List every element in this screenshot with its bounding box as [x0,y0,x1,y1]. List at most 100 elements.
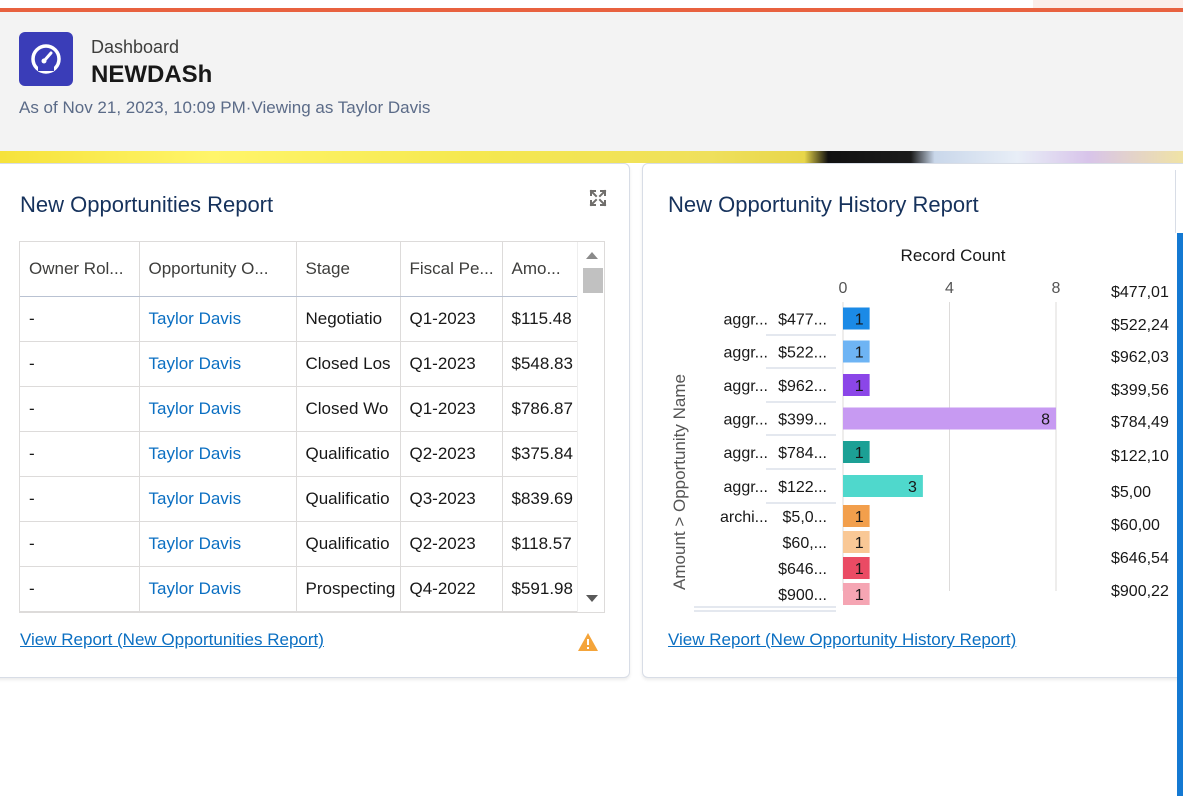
owner-cell: Taylor Davis [139,521,297,567]
as-of-text: As of Nov 21, 2023, 10:09 PM·Viewing as … [19,98,431,117]
fiscal-period-cell: Q2-2023 [400,431,503,477]
fiscal-period-cell: Q2-2023 [400,521,503,567]
top-tab-chip[interactable] [1033,0,1183,8]
amount-cell: $375.84 [502,431,583,477]
x-tick-label: 0 [839,280,848,297]
stage-cell: Negotiatio [296,296,401,342]
amount-cell: $548.83 [502,341,583,387]
table-scrollbar[interactable] [577,242,604,612]
fiscal-period-cell: Q3-2023 [400,476,503,522]
card-title: New Opportunities Report [20,192,274,217]
stage-cell: Prospecting [296,566,401,612]
right-value-label: $399,56 [1111,382,1169,399]
column-header-fiscal-period[interactable]: Fiscal Pe... [400,242,503,297]
owner-cell: Taylor Davis [139,566,297,612]
amount-cell: $118.57 [502,521,583,567]
bar-data-label: 3 [908,479,917,496]
bar-data-label: 1 [855,509,864,526]
bar-data-label: 1 [855,345,864,362]
right-value-label: $646,54 [1111,550,1169,567]
group-label: aggr... [724,412,768,429]
right-value-label: $784,49 [1111,414,1169,431]
column-header-amount[interactable]: Amo... [502,242,583,297]
owner-role-cell: - [20,431,140,477]
side-panel-bar[interactable] [1177,233,1183,796]
stage-cell: Qualificatio [296,476,401,522]
dashboard-header: Dashboard NEWDASh As of Nov 21, 2023, 10… [0,12,1183,151]
group-label: aggr... [724,345,768,362]
group-label: archi... [720,509,768,526]
amount-cell: $591.98 [502,566,583,612]
right-value-label: $60,00 [1111,517,1160,534]
category-label: $122... [778,479,827,496]
new-opportunities-card: New Opportunities Report Owner Rol... Op… [0,163,630,678]
stage-cell: Closed Los [296,341,401,387]
group-label: aggr... [724,445,768,462]
fiscal-period-cell: Q1-2023 [400,386,503,432]
owner-link[interactable]: Taylor Davis [149,489,242,508]
owner-role-cell: - [20,296,140,342]
bar [843,407,1056,430]
owner-cell: Taylor Davis [139,431,297,477]
bar-data-label: 1 [855,587,864,604]
column-header-stage[interactable]: Stage [296,242,401,297]
next-card-edge [1175,170,1183,233]
owner-role-cell: - [20,566,140,612]
scroll-thumb[interactable] [583,268,603,293]
fiscal-period-cell: Q1-2023 [400,341,503,387]
dashboard-title: NEWDASh [91,61,213,88]
category-label: $522... [778,345,827,362]
owner-link[interactable]: Taylor Davis [149,309,242,328]
owner-cell: Taylor Davis [139,296,297,342]
column-header-opportunity-owner[interactable]: Opportunity O... [139,242,297,297]
owner-link[interactable]: Taylor Davis [149,399,242,418]
table-row: - Taylor Davis Prospecting Q4-2022 $591.… [20,566,583,612]
fiscal-period-cell: Q1-2023 [400,296,503,342]
y-axis-label: Amount > Opportunity Name [670,374,689,590]
owner-cell: Taylor Davis [139,341,297,387]
right-value-label: $5,00 [1111,484,1151,501]
stage-cell: Qualificatio [296,521,401,567]
bar-data-label: 1 [855,535,864,552]
owner-link[interactable]: Taylor Davis [149,579,242,598]
owner-link[interactable]: Taylor Davis [149,444,242,463]
group-label: aggr... [724,312,768,329]
category-label: $962... [778,378,827,395]
owner-role-cell: - [20,476,140,522]
right-value-label: $477,01 [1111,284,1169,301]
group-label: aggr... [724,378,768,395]
scroll-up-arrow-icon[interactable] [586,252,598,259]
banner-image-strip [0,151,1183,163]
table-row: - Taylor Davis Qualificatio Q3-2023 $839… [20,476,583,522]
bar-data-label: 1 [855,312,864,329]
table-row: - Taylor Davis Closed Los Q1-2023 $548.8… [20,341,583,387]
right-value-label: $962,03 [1111,349,1169,366]
table-row: - Taylor Davis Qualificatio Q2-2023 $375… [20,431,583,477]
owner-link[interactable]: Taylor Davis [149,534,242,553]
category-label: $646... [778,561,827,578]
category-label: $784... [778,445,827,462]
column-header-owner-role[interactable]: Owner Rol... [20,242,140,297]
opportunity-history-card: New Opportunity History Report Record Co… [642,163,1183,678]
view-report-link[interactable]: View Report (New Opportunities Report) [20,630,324,650]
group-label: aggr... [724,479,768,496]
chart-title: Record Count [901,246,1006,265]
table-row: - Taylor Davis Negotiatio Q1-2023 $115.4… [20,296,583,342]
owner-cell: Taylor Davis [139,386,297,432]
expand-icon[interactable] [589,189,607,207]
fiscal-period-cell: Q4-2022 [400,566,503,612]
right-value-label: $900,22 [1111,583,1169,600]
owner-role-cell: - [20,386,140,432]
right-value-label: $522,24 [1111,317,1169,334]
owner-role-cell: - [20,521,140,567]
scroll-down-arrow-icon[interactable] [586,595,598,602]
right-value-label: $122,10 [1111,448,1169,465]
category-label: $399... [778,412,827,429]
view-report-link[interactable]: View Report (New Opportunity History Rep… [668,630,1016,650]
category-label: $900... [778,587,827,604]
amount-cell: $115.48 [502,296,583,342]
category-label: $5,0... [783,509,827,526]
bar-data-label: 1 [855,445,864,462]
warning-icon[interactable] [577,632,599,652]
owner-link[interactable]: Taylor Davis [149,354,242,373]
